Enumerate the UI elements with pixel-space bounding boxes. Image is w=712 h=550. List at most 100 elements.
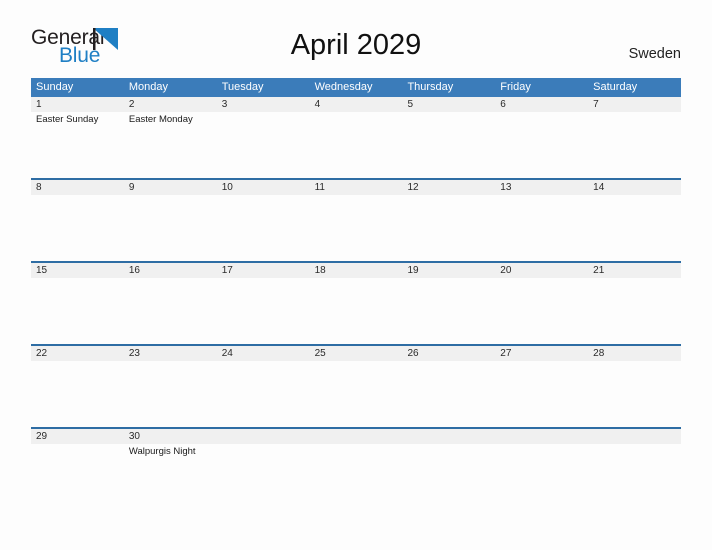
day-cell[interactable] [31,361,124,427]
date-number-14[interactable]: 14 [588,180,681,195]
day-cell[interactable] [217,444,310,510]
day-cell[interactable]: Easter Monday [124,112,217,178]
day-cell[interactable] [402,444,495,510]
day-cell[interactable] [402,361,495,427]
week-event-strip: Walpurgis Night [31,444,681,510]
country-label: Sweden [628,46,681,62]
date-number-empty [588,429,681,444]
day-cell[interactable]: Walpurgis Night [124,444,217,510]
date-number-empty [495,429,588,444]
date-number-13[interactable]: 13 [495,180,588,195]
date-number-6[interactable]: 6 [495,97,588,112]
date-number-11[interactable]: 11 [310,180,403,195]
day-cell[interactable]: Easter Sunday [31,112,124,178]
week-date-strip: 8 9 10 11 12 13 14 [31,180,681,195]
date-number-28[interactable]: 28 [588,346,681,361]
day-of-week-header-friday: Friday [500,81,531,93]
date-number-17[interactable]: 17 [217,263,310,278]
date-number-27[interactable]: 27 [495,346,588,361]
date-number-29[interactable]: 29 [31,429,124,444]
date-number-18[interactable]: 18 [310,263,403,278]
calendar-weeks: 1 2 3 4 5 6 7 Easter Sunday Easter Monday 8 9 10 11 1… [31,97,681,510]
day-cell[interactable] [310,444,403,510]
day-cell[interactable] [31,195,124,261]
date-number-9[interactable]: 9 [124,180,217,195]
day-cell[interactable] [495,195,588,261]
day-cell[interactable] [402,278,495,344]
day-cell[interactable] [217,278,310,344]
date-number-20[interactable]: 20 [495,263,588,278]
event-label: Walpurgis Night [128,446,196,457]
day-cell[interactable] [588,444,681,510]
calendar-week-row: 1 2 3 4 5 6 7 Easter Sunday Easter Monday [31,97,681,180]
day-cell[interactable] [495,444,588,510]
date-number-25[interactable]: 25 [310,346,403,361]
calendar-week-row: 22 23 24 25 26 27 28 [31,346,681,429]
date-number-3[interactable]: 3 [217,97,310,112]
day-cell[interactable] [310,361,403,427]
date-number-30[interactable]: 30 [124,429,217,444]
calendar-page: General Blue April 2029 Sweden Sunday Mon… [0,0,712,550]
date-number-21[interactable]: 21 [588,263,681,278]
day-cell[interactable] [31,444,124,510]
page-header: General Blue April 2029 Sweden [0,0,712,72]
day-of-week-header-monday: Monday [128,81,168,93]
date-number-16[interactable]: 16 [124,263,217,278]
day-cell[interactable] [588,361,681,427]
day-cell[interactable] [588,278,681,344]
day-cell[interactable] [124,278,217,344]
date-number-10[interactable]: 10 [217,180,310,195]
calendar-week-row: 8 9 10 11 12 13 14 [31,180,681,263]
day-of-week-header-sunday: Sunday [36,81,74,93]
date-number-5[interactable]: 5 [402,97,495,112]
day-cell[interactable] [217,361,310,427]
week-event-strip [31,195,681,261]
day-cell[interactable] [310,195,403,261]
day-cell[interactable] [495,112,588,178]
date-number-7[interactable]: 7 [588,97,681,112]
week-event-strip [31,361,681,427]
day-cell[interactable] [217,195,310,261]
day-cell[interactable] [588,195,681,261]
date-number-23[interactable]: 23 [124,346,217,361]
date-number-4[interactable]: 4 [310,97,403,112]
day-cell[interactable] [495,361,588,427]
date-number-2[interactable]: 2 [124,97,217,112]
day-of-week-header-saturday: Saturday [593,81,638,93]
day-cell[interactable] [310,278,403,344]
day-cell[interactable] [402,112,495,178]
date-number-empty [402,429,495,444]
date-number-empty [217,429,310,444]
day-cell[interactable] [588,112,681,178]
day-cell[interactable] [31,278,124,344]
date-number-15[interactable]: 15 [31,263,124,278]
page-title: April 2029 [290,29,422,61]
week-date-strip: 29 30 [31,429,681,444]
date-number-empty [310,429,403,444]
day-cell[interactable] [495,278,588,344]
day-of-week-header-thursday: Thursday [407,81,454,93]
day-of-week-header-row: Sunday Monday Tuesday Wednesday Thursday Frid… [31,78,681,97]
date-number-1[interactable]: 1 [31,97,124,112]
calendar-week-row: 15 16 17 18 19 20 21 [31,263,681,346]
day-of-week-header-wednesday: Wednesday [314,81,373,93]
date-number-8[interactable]: 8 [31,180,124,195]
day-cell[interactable] [124,361,217,427]
date-number-26[interactable]: 26 [402,346,495,361]
day-cell[interactable] [402,195,495,261]
week-date-strip: 22 23 24 25 26 27 28 [31,346,681,361]
day-cell[interactable] [310,112,403,178]
event-label: Easter Sunday [36,114,99,125]
calendar-week-row: 29 30 Walpurgis Night [31,429,681,510]
day-cell[interactable] [217,112,310,178]
event-label: Easter Monday [128,114,193,125]
date-number-19[interactable]: 19 [402,263,495,278]
week-event-strip [31,278,681,344]
week-date-strip: 15 16 17 18 19 20 21 [31,263,681,278]
calendar-grid: Sunday Monday Tuesday Wednesday Thursday Frid… [31,78,681,510]
week-event-strip: Easter Sunday Easter Monday [31,112,681,178]
day-cell[interactable] [124,195,217,261]
date-number-24[interactable]: 24 [217,346,310,361]
date-number-12[interactable]: 12 [402,180,495,195]
date-number-22[interactable]: 22 [31,346,124,361]
